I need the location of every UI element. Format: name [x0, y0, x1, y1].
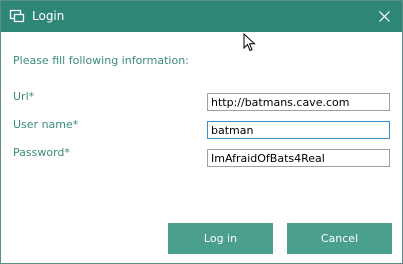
- password-field[interactable]: [207, 149, 390, 167]
- login-button[interactable]: Log in: [168, 223, 273, 254]
- username-field[interactable]: [207, 121, 390, 139]
- password-label: Password*: [13, 146, 70, 159]
- title-bar[interactable]: Login: [1, 1, 402, 32]
- close-icon: [379, 11, 390, 22]
- mouse-pointer-icon: [243, 32, 257, 57]
- login-dialog: Login Please fill following information:…: [0, 0, 403, 264]
- window-title: Login: [32, 9, 65, 23]
- username-label: User name*: [13, 118, 79, 131]
- url-field[interactable]: [207, 93, 390, 111]
- form-instruction: Please fill following information:: [13, 54, 189, 67]
- close-button[interactable]: [366, 1, 402, 32]
- app-window-icon: [9, 8, 25, 24]
- cancel-button[interactable]: Cancel: [287, 223, 392, 254]
- url-label: Url*: [13, 90, 35, 103]
